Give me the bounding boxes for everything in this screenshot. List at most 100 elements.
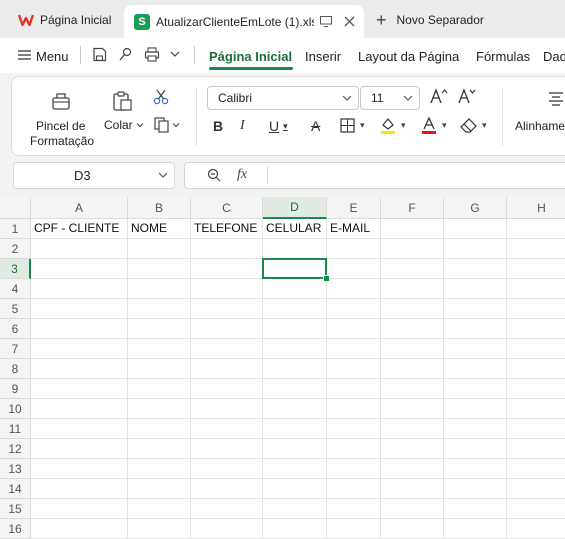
cell-h13[interactable] xyxy=(507,459,565,479)
row-header-3[interactable]: 3 xyxy=(0,259,31,279)
cell-a12[interactable] xyxy=(31,439,128,459)
cell-g11[interactable] xyxy=(444,419,507,439)
cell-b13[interactable] xyxy=(128,459,191,479)
underline-icon[interactable]: U ▾ xyxy=(269,118,288,134)
cell-c7[interactable] xyxy=(191,339,263,359)
cell-d3[interactable] xyxy=(263,259,327,279)
cell-b12[interactable] xyxy=(128,439,191,459)
monitor-icon[interactable] xyxy=(320,16,332,27)
column-header-a[interactable]: A xyxy=(31,197,128,219)
chevron-down-icon[interactable] xyxy=(170,49,180,59)
cell-c15[interactable] xyxy=(191,499,263,519)
cell-f11[interactable] xyxy=(381,419,444,439)
fill-handle[interactable] xyxy=(323,275,330,282)
ribbon-tab-data[interactable]: Dados xyxy=(543,49,565,64)
ribbon-tab-home[interactable]: Página Inicial xyxy=(209,49,292,64)
cell-h10[interactable] xyxy=(507,399,565,419)
cell-b11[interactable] xyxy=(128,419,191,439)
cell-e16[interactable] xyxy=(327,519,381,539)
cell-e9[interactable] xyxy=(327,379,381,399)
cell-f8[interactable] xyxy=(381,359,444,379)
menu-button[interactable]: Menu xyxy=(36,49,69,64)
cell-f5[interactable] xyxy=(381,299,444,319)
cell-a14[interactable] xyxy=(31,479,128,499)
cell-a16[interactable] xyxy=(31,519,128,539)
cell-g3[interactable] xyxy=(444,259,507,279)
row-header-5[interactable]: 5 xyxy=(0,299,31,319)
formula-input[interactable] xyxy=(277,168,565,184)
cell-c9[interactable] xyxy=(191,379,263,399)
cell-g10[interactable] xyxy=(444,399,507,419)
cell-e11[interactable] xyxy=(327,419,381,439)
cell-c2[interactable] xyxy=(191,239,263,259)
cell-d14[interactable] xyxy=(263,479,327,499)
cell-h3[interactable] xyxy=(507,259,565,279)
cell-e4[interactable] xyxy=(327,279,381,299)
row-header-14[interactable]: 14 xyxy=(0,479,31,499)
ribbon-tab-insert[interactable]: Inserir xyxy=(305,49,341,64)
cell-h1[interactable] xyxy=(507,219,565,239)
cell-b6[interactable] xyxy=(128,319,191,339)
cell-f12[interactable] xyxy=(381,439,444,459)
column-header-e[interactable]: E xyxy=(327,197,381,219)
cell-f10[interactable] xyxy=(381,399,444,419)
font-name-select[interactable]: Calibri xyxy=(207,86,359,110)
cell-e14[interactable] xyxy=(327,479,381,499)
increase-font-size-icon[interactable] xyxy=(430,88,448,104)
row-header-1[interactable]: 1 xyxy=(0,219,31,239)
column-header-h[interactable]: H xyxy=(507,197,565,219)
cell-e10[interactable] xyxy=(327,399,381,419)
cell-b2[interactable] xyxy=(128,239,191,259)
cell-b5[interactable] xyxy=(128,299,191,319)
cell-h4[interactable] xyxy=(507,279,565,299)
cell-g8[interactable] xyxy=(444,359,507,379)
cell-a5[interactable] xyxy=(31,299,128,319)
hamburger-menu-icon[interactable] xyxy=(18,49,31,61)
cell-d4[interactable] xyxy=(263,279,327,299)
cell-c11[interactable] xyxy=(191,419,263,439)
alignment-label[interactable]: Alinhamento xyxy=(515,119,565,133)
cell-c6[interactable] xyxy=(191,319,263,339)
cell-f15[interactable] xyxy=(381,499,444,519)
function-icon[interactable]: fx xyxy=(237,167,247,183)
cell-h8[interactable] xyxy=(507,359,565,379)
cell-d9[interactable] xyxy=(263,379,327,399)
row-header-12[interactable]: 12 xyxy=(0,439,31,459)
cell-f9[interactable] xyxy=(381,379,444,399)
row-header-16[interactable]: 16 xyxy=(0,519,31,539)
row-header-15[interactable]: 15 xyxy=(0,499,31,519)
cell-b1[interactable]: NOME xyxy=(128,219,191,239)
cell-c3[interactable] xyxy=(191,259,263,279)
cell-e2[interactable] xyxy=(327,239,381,259)
save-icon[interactable] xyxy=(92,47,107,62)
row-header-7[interactable]: 7 xyxy=(0,339,31,359)
cell-g12[interactable] xyxy=(444,439,507,459)
copy-button[interactable] xyxy=(154,117,180,133)
cell-g14[interactable] xyxy=(444,479,507,499)
fill-color-button[interactable]: ▾ xyxy=(380,117,406,134)
cell-d11[interactable] xyxy=(263,419,327,439)
cell-c8[interactable] xyxy=(191,359,263,379)
zoom-search-icon[interactable] xyxy=(207,168,221,182)
cell-b15[interactable] xyxy=(128,499,191,519)
cell-f14[interactable] xyxy=(381,479,444,499)
row-header-13[interactable]: 13 xyxy=(0,459,31,479)
cell-g16[interactable] xyxy=(444,519,507,539)
paste-button[interactable]: Colar xyxy=(104,118,144,132)
cell-b16[interactable] xyxy=(128,519,191,539)
cell-b3[interactable] xyxy=(128,259,191,279)
format-painter-icon[interactable] xyxy=(50,90,72,112)
cell-g1[interactable] xyxy=(444,219,507,239)
cell-f2[interactable] xyxy=(381,239,444,259)
column-header-c[interactable]: C xyxy=(191,197,263,219)
decrease-font-size-icon[interactable] xyxy=(458,88,476,104)
font-color-button[interactable]: ▾ xyxy=(421,117,447,134)
cell-f13[interactable] xyxy=(381,459,444,479)
cell-g4[interactable] xyxy=(444,279,507,299)
cut-icon[interactable] xyxy=(153,89,169,105)
row-header-9[interactable]: 9 xyxy=(0,379,31,399)
name-box[interactable]: D3 xyxy=(13,162,175,189)
cell-g15[interactable] xyxy=(444,499,507,519)
close-tab-icon[interactable] xyxy=(344,16,355,27)
borders-button[interactable]: ▾ xyxy=(340,118,365,133)
